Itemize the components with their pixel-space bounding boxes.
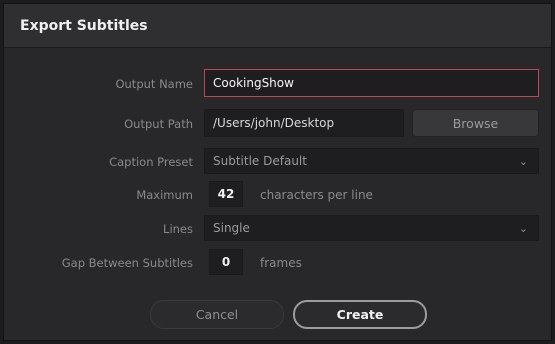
- chevron-down-icon: ⌄: [518, 221, 528, 235]
- maximum-suffix: characters per line: [260, 188, 373, 202]
- lines-value: Single: [213, 221, 250, 235]
- maximum-value: 42: [217, 187, 235, 201]
- create-button[interactable]: Create: [293, 300, 427, 329]
- browse-button[interactable]: Browse: [412, 109, 539, 137]
- output-path-input[interactable]: /Users/john/Desktop: [204, 109, 404, 137]
- caption-preset-label: Caption Preset: [109, 155, 193, 169]
- gap-input[interactable]: 0: [209, 249, 243, 275]
- gap-value: 0: [221, 255, 231, 269]
- lines-label: Lines: [163, 222, 193, 236]
- dialog-title: Export Subtitles: [20, 17, 148, 34]
- lines-select[interactable]: Single ⌄: [204, 215, 539, 241]
- caption-preset-select[interactable]: Subtitle Default ⌄: [204, 148, 539, 174]
- cancel-label: Cancel: [195, 307, 239, 322]
- maximum-label: Maximum: [136, 188, 193, 202]
- cancel-button[interactable]: Cancel: [150, 300, 284, 329]
- output-name-value: CookingShow: [213, 76, 294, 90]
- export-subtitles-dialog: Export Subtitles Output Name CookingShow…: [3, 3, 552, 341]
- gap-suffix: frames: [260, 256, 302, 270]
- output-name-label: Output Name: [115, 77, 193, 91]
- output-path-value: /Users/john/Desktop: [213, 116, 335, 130]
- create-label: Create: [336, 307, 384, 322]
- browse-label: Browse: [452, 115, 499, 131]
- output-name-input[interactable]: CookingShow: [204, 69, 539, 97]
- dialog-titlebar: Export Subtitles: [4, 4, 551, 48]
- gap-label: Gap Between Subtitles: [61, 256, 193, 270]
- output-path-label: Output Path: [124, 117, 193, 131]
- caption-preset-value: Subtitle Default: [213, 154, 307, 168]
- chevron-down-icon: ⌄: [518, 154, 528, 168]
- maximum-input[interactable]: 42: [209, 181, 243, 207]
